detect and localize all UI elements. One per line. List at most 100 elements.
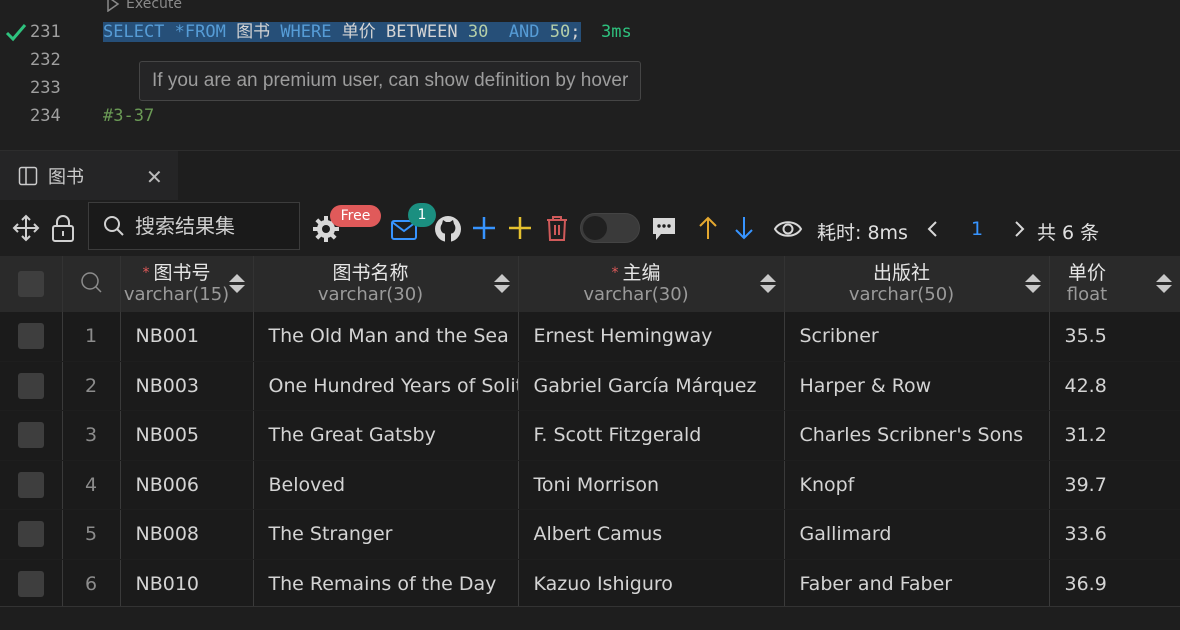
- sql-keyword-select: SELECT: [103, 22, 165, 42]
- next-page-icon[interactable]: [1012, 220, 1026, 238]
- cell-book-title[interactable]: The Stranger: [253, 509, 519, 560]
- sort-icon[interactable]: [1024, 274, 1041, 294]
- cell-price[interactable]: 33.6: [1049, 509, 1180, 560]
- add-row-icon[interactable]: [471, 215, 497, 241]
- select-all-cell[interactable]: [0, 256, 63, 312]
- result-search-box[interactable]: [88, 202, 300, 250]
- cell-publisher[interactable]: Harper & Row: [784, 361, 1050, 411]
- cell-book-title[interactable]: The Old Man and the Sea: [253, 312, 519, 362]
- editor-line-234[interactable]: 234 #3-37: [0, 102, 1180, 130]
- row-checkbox[interactable]: [17, 323, 44, 350]
- arrow-down-icon[interactable]: [733, 215, 755, 241]
- row-filter-cell[interactable]: [62, 256, 121, 312]
- row-select-cell[interactable]: [0, 559, 63, 609]
- grid-body: 1 NB001 The Old Man and the Sea Ernest H…: [0, 312, 1180, 609]
- line-number: 231: [30, 22, 61, 42]
- search-input[interactable]: [133, 213, 297, 239]
- sql-keyword-where: WHERE: [270, 22, 342, 42]
- cell-editor[interactable]: Gabriel García Márquez: [518, 361, 785, 411]
- line-number: 233: [30, 78, 61, 98]
- cell-book-id[interactable]: NB006: [120, 460, 254, 510]
- cell-book-id[interactable]: NB001: [120, 312, 254, 362]
- edit-mode-toggle[interactable]: [580, 213, 640, 243]
- cell-book-title[interactable]: The Great Gatsby: [253, 410, 519, 461]
- cell-editor[interactable]: Albert Camus: [518, 509, 785, 560]
- execute-codelens[interactable]: Execute: [106, 0, 182, 12]
- row-number: 5: [62, 509, 121, 560]
- page-number[interactable]: 1: [971, 218, 983, 240]
- cell-editor[interactable]: Ernest Hemingway: [518, 312, 785, 362]
- column-header-book-title[interactable]: 图书名称 varchar(30): [253, 256, 519, 312]
- row-select-cell[interactable]: [0, 410, 63, 461]
- row-select-cell[interactable]: [0, 509, 63, 560]
- sort-icon[interactable]: [493, 274, 510, 294]
- column-header-book-id[interactable]: * 图书号 varchar(15): [120, 256, 254, 312]
- cell-publisher[interactable]: Scribner: [784, 312, 1050, 362]
- row-checkbox[interactable]: [17, 372, 44, 399]
- cell-editor[interactable]: Kazuo Ishiguro: [518, 559, 785, 609]
- table-row[interactable]: 6 NB010 The Remains of the Day Kazuo Ish…: [0, 559, 1180, 609]
- table-row[interactable]: 3 NB005 The Great Gatsby F. Scott Fitzge…: [0, 410, 1180, 461]
- row-checkbox[interactable]: [17, 422, 44, 449]
- move-icon[interactable]: [12, 214, 40, 242]
- close-icon[interactable]: ✕: [146, 165, 163, 189]
- cell-book-id[interactable]: NB003: [120, 361, 254, 411]
- cell-price[interactable]: 42.8: [1049, 361, 1180, 411]
- elapsed-time: 耗时: 8ms: [817, 222, 908, 244]
- cell-book-id[interactable]: NB008: [120, 509, 254, 560]
- table-row[interactable]: 1 NB001 The Old Man and the Sea Ernest H…: [0, 312, 1180, 362]
- cell-publisher[interactable]: Faber and Faber: [784, 559, 1050, 609]
- cell-publisher[interactable]: Knopf: [784, 460, 1050, 510]
- cell-publisher[interactable]: Gallimard: [784, 509, 1050, 560]
- tab-result-books[interactable]: 图书 ✕: [0, 151, 178, 201]
- grid-footer: [0, 606, 1180, 630]
- cell-book-id[interactable]: NB005: [120, 410, 254, 461]
- comment-text: #3-37: [103, 106, 155, 126]
- table-row[interactable]: 4 NB006 Beloved Toni Morrison Knopf 39.7: [0, 460, 1180, 510]
- row-select-cell[interactable]: [0, 312, 63, 362]
- cell-price[interactable]: 35.5: [1049, 312, 1180, 362]
- arrow-up-icon[interactable]: [697, 215, 719, 241]
- column-type: varchar(30): [583, 284, 689, 305]
- eye-icon[interactable]: [773, 218, 803, 240]
- column-header-editor[interactable]: * 主编 varchar(30): [518, 256, 785, 312]
- select-all-checkbox[interactable]: [17, 271, 44, 297]
- table-row[interactable]: 5 NB008 The Stranger Albert Camus Gallim…: [0, 509, 1180, 560]
- table-row[interactable]: 2 NB003 One Hundred Years of Solitude Ga…: [0, 361, 1180, 411]
- lock-icon[interactable]: [50, 213, 76, 243]
- sql-editor[interactable]: Execute 231 SELECT *FROM 图书 WHERE 单价 BET…: [0, 0, 1180, 150]
- row-checkbox[interactable]: [17, 570, 44, 597]
- comment-icon[interactable]: [652, 216, 676, 242]
- cell-publisher[interactable]: Charles Scribner's Sons: [784, 410, 1050, 461]
- sort-icon[interactable]: [228, 274, 245, 294]
- cell-editor[interactable]: Toni Morrison: [518, 460, 785, 510]
- line-number: 232: [30, 50, 61, 70]
- execute-label: Execute: [126, 0, 182, 12]
- cell-price[interactable]: 39.7: [1049, 460, 1180, 510]
- cell-editor[interactable]: F. Scott Fitzgerald: [518, 410, 785, 461]
- row-select-cell[interactable]: [0, 361, 63, 411]
- cell-price[interactable]: 36.9: [1049, 559, 1180, 609]
- trash-icon[interactable]: [545, 214, 569, 242]
- tab-label: 图书: [48, 167, 84, 188]
- play-icon: [107, 0, 120, 12]
- editor-line-231[interactable]: 231 SELECT *FROM 图书 WHERE 单价 BETWEEN 30 …: [0, 18, 1180, 46]
- column-name: 图书名称: [332, 262, 409, 284]
- sort-icon[interactable]: [1155, 274, 1172, 294]
- cell-book-title[interactable]: Beloved: [253, 460, 519, 510]
- insert-icon[interactable]: [507, 215, 533, 241]
- column-header-price[interactable]: 单价 float: [1049, 256, 1180, 312]
- row-checkbox[interactable]: [17, 471, 44, 498]
- row-checkbox[interactable]: [17, 521, 44, 548]
- sort-icon[interactable]: [759, 274, 776, 294]
- column-header-publisher[interactable]: 出版社 varchar(50): [784, 256, 1050, 312]
- cell-book-title[interactable]: One Hundred Years of Solitude: [253, 361, 519, 411]
- cell-book-id[interactable]: NB010: [120, 559, 254, 609]
- cell-book-title[interactable]: The Remains of the Day: [253, 559, 519, 609]
- search-icon[interactable]: [79, 270, 103, 294]
- row-select-cell[interactable]: [0, 460, 63, 510]
- hover-hint-tooltip: If you are an premium user, can show def…: [139, 61, 642, 101]
- github-icon[interactable]: [433, 214, 463, 244]
- prev-page-icon[interactable]: [926, 220, 940, 238]
- cell-price[interactable]: 31.2: [1049, 410, 1180, 461]
